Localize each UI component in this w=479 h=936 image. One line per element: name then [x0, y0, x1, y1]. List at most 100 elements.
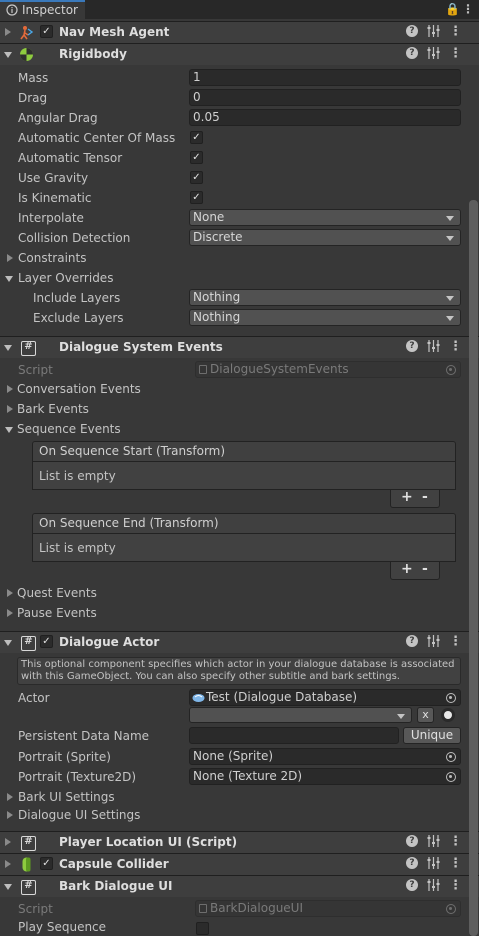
- expand-arrow-icon[interactable]: [4, 52, 12, 58]
- scrollbar[interactable]: [469, 200, 478, 936]
- tab-label: Inspector: [22, 3, 78, 17]
- help-icon[interactable]: ?: [406, 340, 418, 352]
- enabled-checkbox[interactable]: ✓: [40, 25, 53, 38]
- sequence-events-label[interactable]: Sequence Events: [17, 422, 121, 436]
- component-menu-icon[interactable]: ⋮: [449, 24, 462, 39]
- pause-events-fold-icon[interactable]: [7, 609, 13, 617]
- bark-ui-settings-label[interactable]: Bark UI Settings: [18, 790, 115, 804]
- auto-tensor-checkbox[interactable]: ✓: [190, 151, 203, 164]
- help-icon[interactable]: ?: [406, 879, 418, 891]
- lock-icon[interactable]: 🔒: [445, 2, 460, 16]
- object-picker-icon[interactable]: [446, 693, 456, 703]
- remove-listener-button[interactable]: -: [422, 561, 428, 577]
- actor-name-dropdown[interactable]: [189, 707, 412, 723]
- circle-dot-icon: [444, 711, 452, 719]
- object-picker-icon: [446, 904, 456, 914]
- is-kinematic-checkbox[interactable]: ✓: [190, 191, 203, 204]
- remove-listener-button[interactable]: -: [422, 489, 428, 505]
- settings-sliders-icon[interactable]: [427, 339, 440, 353]
- angular-drag-field[interactable]: 0.05: [189, 109, 461, 126]
- actor-field[interactable]: Test (Dialogue Database): [189, 689, 461, 706]
- tab-inspector[interactable]: Inspector: [0, 0, 85, 19]
- settings-sliders-icon[interactable]: [427, 856, 440, 870]
- clear-actor-button[interactable]: x: [417, 707, 434, 723]
- collapse-arrow-icon[interactable]: [5, 838, 11, 846]
- drag-field[interactable]: 0: [189, 89, 461, 106]
- component-menu-icon[interactable]: ⋮: [449, 878, 462, 893]
- object-picker-icon[interactable]: [446, 772, 456, 782]
- expand-arrow-icon[interactable]: [4, 884, 12, 890]
- help-icon[interactable]: ?: [406, 25, 418, 37]
- play-sequence-checkbox[interactable]: [196, 922, 209, 935]
- collapse-arrow-icon[interactable]: [5, 28, 11, 36]
- include-layers-dropdown[interactable]: Nothing: [189, 289, 461, 306]
- mass-field[interactable]: 1: [189, 69, 461, 86]
- dropdown-arrow-icon: [446, 236, 454, 241]
- help-icon[interactable]: ?: [406, 47, 418, 59]
- component-dialogue-system-events[interactable]: # Dialogue System Events ? ⋮: [0, 336, 479, 358]
- include-layers-value: Nothing: [193, 290, 241, 304]
- pause-events-label[interactable]: Pause Events: [17, 606, 97, 620]
- help-icon[interactable]: ?: [406, 857, 418, 869]
- help-icon[interactable]: ?: [406, 635, 418, 647]
- settings-sliders-icon[interactable]: [427, 46, 440, 60]
- constraints-fold-icon[interactable]: [7, 254, 13, 262]
- layer-overrides-label[interactable]: Layer Overrides: [18, 271, 113, 285]
- dialogue-ui-settings-label[interactable]: Dialogue UI Settings: [18, 808, 140, 822]
- component-menu-icon[interactable]: ⋮: [449, 46, 462, 61]
- conversation-events-label[interactable]: Conversation Events: [17, 382, 141, 396]
- bark-events-label[interactable]: Bark Events: [17, 402, 89, 416]
- settings-sliders-icon[interactable]: [427, 24, 440, 38]
- component-menu-icon[interactable]: ⋮: [449, 856, 462, 871]
- expand-arrow-icon[interactable]: [4, 345, 12, 351]
- component-menu-icon[interactable]: ⋮: [449, 339, 462, 354]
- help-icon[interactable]: ?: [406, 835, 418, 847]
- bark-events-fold-icon[interactable]: [7, 405, 13, 413]
- component-menu-icon[interactable]: ⋮: [449, 834, 462, 849]
- conversation-events-fold-icon[interactable]: [7, 385, 13, 393]
- settings-sliders-icon[interactable]: [427, 834, 440, 848]
- collapse-arrow-icon[interactable]: [5, 860, 11, 868]
- auto-tensor-label: Automatic Tensor: [18, 151, 123, 165]
- sequence-events-fold-icon[interactable]: [5, 427, 13, 433]
- quest-events-label[interactable]: Quest Events: [17, 586, 97, 600]
- component-player-location-ui[interactable]: # Player Location UI (Script) ? ⋮: [0, 831, 479, 853]
- event-list-empty: List is empty: [32, 534, 456, 562]
- interpolate-dropdown[interactable]: None: [189, 209, 461, 226]
- component-rigidbody[interactable]: Rigidbody ? ⋮: [0, 43, 479, 65]
- component-bark-dialogue-ui[interactable]: # Bark Dialogue UI ? ⋮: [0, 875, 479, 897]
- component-title: Capsule Collider: [59, 857, 169, 871]
- bark-ui-settings-fold-icon[interactable]: [7, 793, 13, 801]
- component-menu-icon[interactable]: ⋮: [449, 634, 462, 649]
- layer-overrides-fold-icon[interactable]: [5, 276, 13, 282]
- auto-center-checkbox[interactable]: ✓: [190, 131, 203, 144]
- persistent-data-name-field[interactable]: [189, 727, 399, 744]
- collision-detection-dropdown[interactable]: Discrete: [189, 229, 461, 246]
- unique-button[interactable]: Unique: [403, 727, 461, 744]
- portrait-texture-field[interactable]: None (Texture 2D): [189, 768, 461, 785]
- use-gravity-checkbox[interactable]: ✓: [190, 171, 203, 184]
- add-listener-button[interactable]: +: [401, 489, 413, 505]
- component-nav-mesh-agent[interactable]: ✓ Nav Mesh Agent ? ⋮: [0, 21, 479, 43]
- constraints-label[interactable]: Constraints: [18, 251, 86, 265]
- exclude-layers-dropdown[interactable]: Nothing: [189, 309, 461, 326]
- actor-picker-button[interactable]: [441, 708, 455, 722]
- quest-events-fold-icon[interactable]: [7, 589, 13, 597]
- actor-label: Actor: [18, 691, 50, 705]
- dropdown-arrow-icon: [446, 216, 454, 221]
- component-capsule-collider[interactable]: ✓ Capsule Collider ? ⋮: [0, 853, 479, 875]
- enabled-checkbox[interactable]: ✓: [40, 857, 53, 870]
- settings-sliders-icon[interactable]: [427, 634, 440, 648]
- component-dialogue-actor[interactable]: # ✓ Dialogue Actor ? ⋮: [0, 631, 479, 653]
- event-title: On Sequence Start (Transform): [32, 441, 456, 462]
- add-listener-button[interactable]: +: [401, 561, 413, 577]
- dropdown-arrow-icon: [446, 296, 454, 301]
- help-box: This optional component specifies which …: [17, 657, 461, 685]
- object-picker-icon[interactable]: [446, 752, 456, 762]
- expand-arrow-icon[interactable]: [4, 640, 12, 646]
- dialogue-ui-settings-fold-icon[interactable]: [7, 811, 13, 819]
- portrait-sprite-field[interactable]: None (Sprite): [189, 748, 461, 765]
- settings-sliders-icon[interactable]: [427, 878, 440, 892]
- enabled-checkbox[interactable]: ✓: [40, 635, 53, 648]
- more-menu-icon[interactable]: ⋮: [462, 2, 474, 16]
